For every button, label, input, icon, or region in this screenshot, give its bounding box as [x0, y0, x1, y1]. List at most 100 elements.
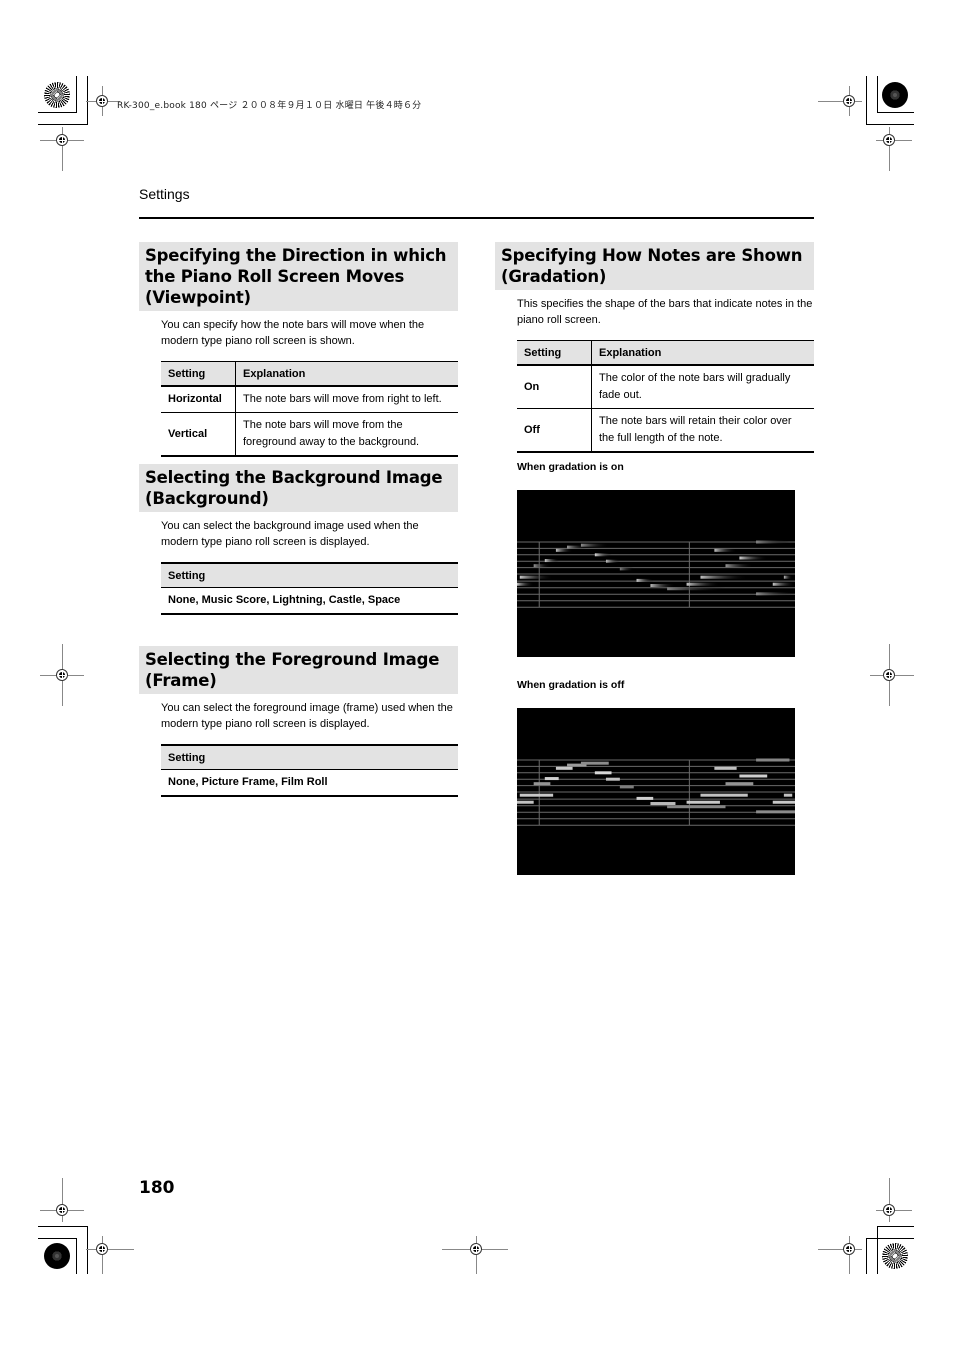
column-header-setting: Setting	[161, 361, 236, 387]
note-bar	[714, 766, 737, 770]
note-bar	[756, 592, 795, 596]
crop-mark	[866, 1238, 914, 1239]
table-header-row: Setting Explanation	[161, 361, 458, 387]
note-bar	[650, 802, 676, 806]
header-rule	[139, 217, 814, 219]
note-bar	[686, 800, 720, 804]
piano-roll-canvas	[517, 540, 795, 608]
crosshair	[818, 1249, 862, 1250]
crop-mark	[38, 124, 88, 125]
column-header-explanation: Explanation	[591, 340, 814, 366]
table-header-row: Setting	[161, 562, 458, 588]
table-row: None, Music Score, Lightning, Castle, Sp…	[161, 587, 458, 615]
piano-roll-image-gradation-on	[517, 490, 795, 657]
crop-mark	[38, 1226, 88, 1227]
section-title: Specifying How Notes are Shown (Gradatio…	[495, 242, 814, 290]
note-bar	[519, 793, 554, 797]
explanation-cell: The note bars will move from the foregro…	[235, 412, 458, 457]
crosshair	[86, 1249, 134, 1250]
settings-table: Setting None, Picture Frame, Film Roll	[161, 744, 458, 797]
note-bar	[756, 810, 795, 814]
crosshair	[102, 1236, 103, 1274]
note-bar	[517, 800, 534, 804]
note-bar	[636, 796, 654, 800]
crop-mark	[877, 112, 914, 113]
page-number: 180	[139, 1178, 175, 1198]
note-bar	[772, 582, 795, 586]
note-bar	[533, 564, 551, 568]
note-bar	[555, 548, 573, 552]
registration-mark	[883, 1204, 895, 1216]
running-header: Settings	[139, 186, 190, 202]
note-bar	[714, 548, 737, 552]
registration-target-top-right	[882, 82, 908, 108]
note-bar	[580, 761, 609, 765]
crosshair	[476, 1236, 477, 1274]
note-bar	[544, 559, 559, 563]
crop-mark	[866, 76, 867, 125]
note-bar	[650, 584, 676, 588]
registration-mark	[883, 669, 895, 681]
section-title: Selecting the Foreground Image (Frame)	[139, 646, 458, 694]
crop-mark	[38, 112, 76, 113]
figure-caption-gradation-on: When gradation is on	[517, 461, 624, 473]
crop-mark	[877, 1226, 914, 1227]
note-bar	[594, 553, 612, 557]
note-bar	[756, 540, 790, 544]
setting-cell: Off	[517, 408, 592, 453]
registration-target-bottom-left	[44, 1243, 70, 1269]
section-viewpoint: Specifying the Direction in which the Pi…	[139, 242, 458, 457]
section-description: You can specify how the note bars will m…	[161, 319, 425, 347]
crop-mark	[76, 1238, 77, 1274]
section-frame: Selecting the Foreground Image (Frame) Y…	[139, 646, 458, 797]
settings-table: Setting Explanation On The color of the …	[517, 340, 814, 453]
note-bar	[533, 782, 551, 786]
explanation-cell: The note bars will move from right to le…	[235, 386, 458, 413]
note-bar	[700, 793, 748, 797]
crop-mark	[877, 1226, 878, 1274]
note-bar	[725, 564, 754, 568]
column-header-setting: Setting	[161, 744, 458, 770]
settings-table: Setting Explanation Horizontal The note …	[161, 361, 458, 457]
note-bar	[619, 785, 634, 789]
piano-roll-image-gradation-off	[517, 708, 795, 875]
table-header-row: Setting	[161, 744, 458, 770]
table-header-row: Setting Explanation	[517, 340, 814, 366]
figure-caption-gradation-off: When gradation is off	[517, 679, 625, 691]
table-row: None, Picture Frame, Film Roll	[161, 769, 458, 797]
note-bar	[555, 766, 573, 770]
table-row: On The color of the note bars will gradu…	[517, 365, 814, 409]
crop-mark	[38, 1238, 76, 1239]
section-description: You can select the foreground image (fra…	[161, 702, 453, 730]
note-bar	[783, 575, 793, 579]
print-slug: RK-300_e.book 180 ページ ２００８年９月１０日 水曜日 午後４…	[117, 101, 422, 111]
note-bar	[667, 805, 726, 809]
note-bar	[772, 800, 795, 804]
registration-mark	[883, 134, 895, 146]
crosshair	[818, 101, 862, 102]
note-bar	[686, 582, 720, 586]
table-row: Horizontal The note bars will move from …	[161, 386, 458, 413]
crop-mark	[866, 124, 914, 125]
registration-mark	[56, 669, 68, 681]
crosshair	[849, 1236, 850, 1274]
registration-mark	[56, 134, 68, 146]
registration-target-top-left	[44, 82, 70, 108]
note-bar	[739, 774, 768, 778]
setting-values: None, Picture Frame, Film Roll	[161, 769, 458, 797]
crop-mark	[76, 76, 77, 113]
registration-target-bottom-right	[882, 1243, 908, 1269]
setting-values: None, Music Score, Lightning, Castle, Sp…	[161, 587, 458, 615]
section-background: Selecting the Background Image (Backgrou…	[139, 464, 458, 615]
crop-mark	[866, 1238, 867, 1274]
section-title: Specifying the Direction in which the Pi…	[139, 242, 458, 311]
note-bar	[519, 575, 554, 579]
section-description: You can select the background image used…	[161, 520, 419, 548]
registration-mark	[56, 1204, 68, 1216]
setting-cell: Vertical	[161, 412, 236, 457]
crop-mark	[877, 76, 878, 113]
note-bar	[783, 793, 793, 797]
crop-mark	[87, 1226, 88, 1274]
explanation-cell: The note bars will retain their color ov…	[591, 408, 814, 453]
note-bar	[667, 587, 726, 591]
